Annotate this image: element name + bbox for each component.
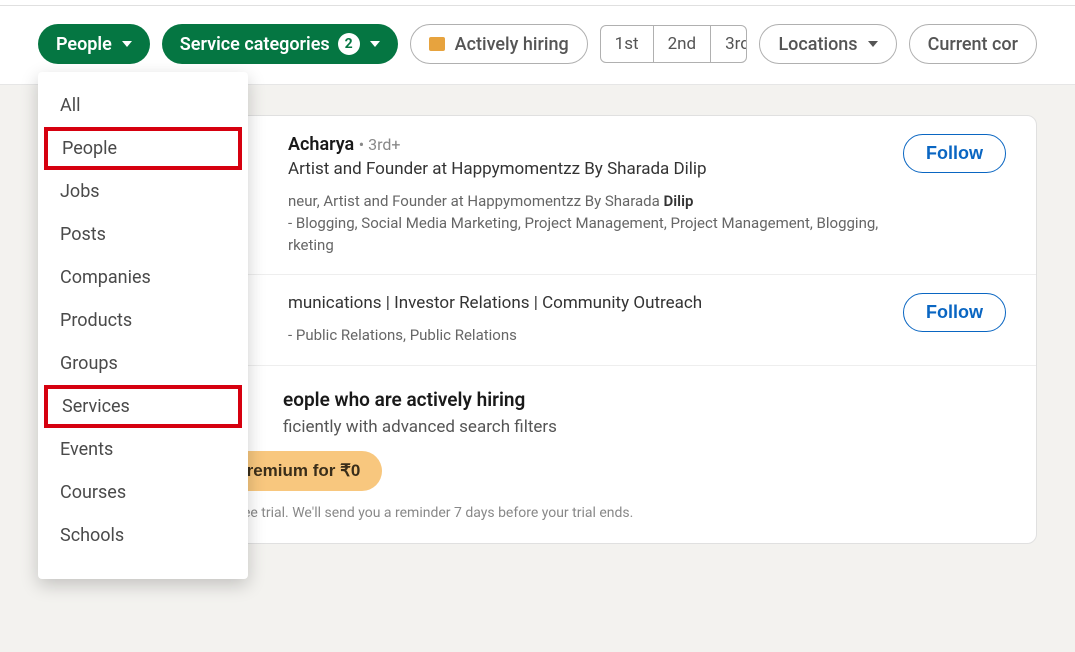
locations-pill[interactable]: Locations — [759, 24, 896, 64]
dropdown-item-all[interactable]: All — [38, 84, 248, 127]
result-headline: Artist and Founder at Happymomentzz By S… — [288, 159, 1006, 179]
dropdown-item-groups[interactable]: Groups — [38, 342, 248, 385]
dropdown-item-companies[interactable]: Companies — [38, 256, 248, 299]
dropdown-item-schools[interactable]: Schools — [38, 514, 248, 557]
promo-fine-print: 1-month free trial. We'll send you a rem… — [178, 505, 1006, 521]
people-filter-dropdown: All People Jobs Posts Companies Products… — [38, 72, 248, 579]
service-categories-count-badge: 2 — [338, 33, 360, 55]
briefcase-icon — [429, 37, 445, 51]
promo-title: eople who are actively hiring — [283, 388, 1006, 411]
result-meta: - Public Relations, Public Relations — [288, 325, 1006, 347]
conn-3rd[interactable]: 3rd+ — [711, 26, 747, 62]
connection-degree-segmented: 1st 2nd 3rd+ — [600, 25, 748, 63]
locations-label: Locations — [778, 34, 857, 55]
result-meta: neur, Artist and Founder at Happymomentz… — [288, 191, 1006, 256]
result-headline: munications | Investor Relations | Commu… — [288, 293, 1006, 313]
dropdown-item-people[interactable]: People — [44, 127, 242, 170]
chevron-down-icon — [122, 41, 132, 47]
service-categories-label: Service categories — [180, 34, 330, 55]
dropdown-item-products[interactable]: Products — [38, 299, 248, 342]
dropdown-item-jobs[interactable]: Jobs — [38, 170, 248, 213]
follow-button[interactable]: Follow — [903, 134, 1006, 173]
dropdown-item-posts[interactable]: Posts — [38, 213, 248, 256]
conn-1st[interactable]: 1st — [601, 26, 654, 62]
conn-2nd[interactable]: 2nd — [654, 26, 712, 62]
current-company-pill[interactable]: Current cor — [909, 24, 1037, 64]
actively-hiring-label: Actively hiring — [455, 34, 569, 55]
result-name: Acharya — [288, 134, 354, 155]
promo-subtitle: ficiently with advanced search filters — [283, 417, 1006, 437]
service-categories-pill[interactable]: Service categories 2 — [162, 24, 398, 64]
chevron-down-icon — [868, 41, 878, 47]
people-filter-label: People — [56, 34, 112, 55]
current-company-label: Current cor — [928, 34, 1018, 55]
top-nav: Home My Network Jobs Messaging Notificat… — [0, 0, 1075, 6]
result-degree: • 3rd+ — [359, 135, 401, 154]
people-filter-pill[interactable]: People — [38, 24, 150, 64]
follow-button[interactable]: Follow — [903, 293, 1006, 332]
dropdown-item-services[interactable]: Services — [44, 385, 242, 428]
dropdown-item-courses[interactable]: Courses — [38, 471, 248, 514]
chevron-down-icon — [370, 41, 380, 47]
actively-hiring-pill[interactable]: Actively hiring — [410, 24, 588, 64]
dropdown-item-events[interactable]: Events — [38, 428, 248, 471]
